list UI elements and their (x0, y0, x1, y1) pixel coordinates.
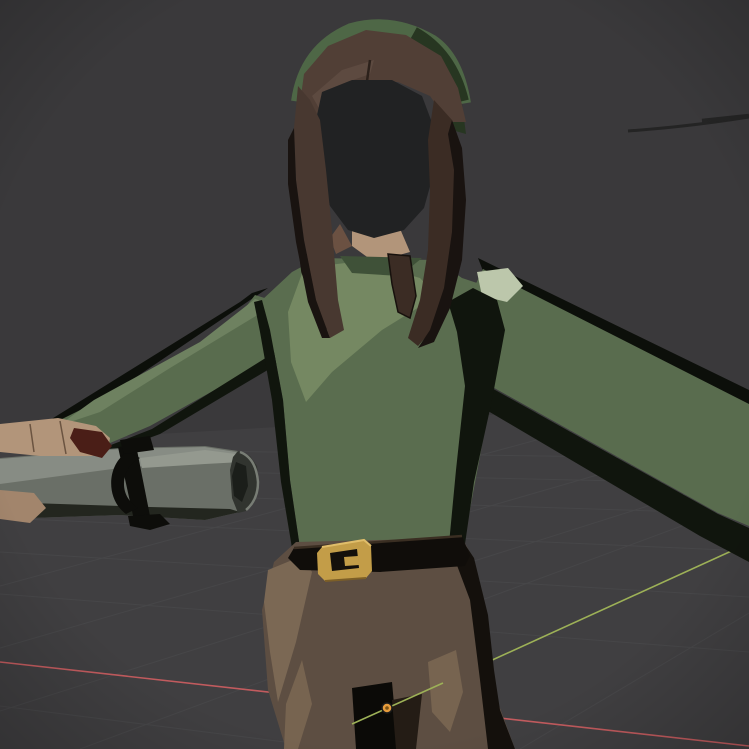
viewport-canvas[interactable] (0, 0, 749, 749)
vignette-overlay (0, 0, 749, 749)
render-surface (0, 0, 749, 749)
